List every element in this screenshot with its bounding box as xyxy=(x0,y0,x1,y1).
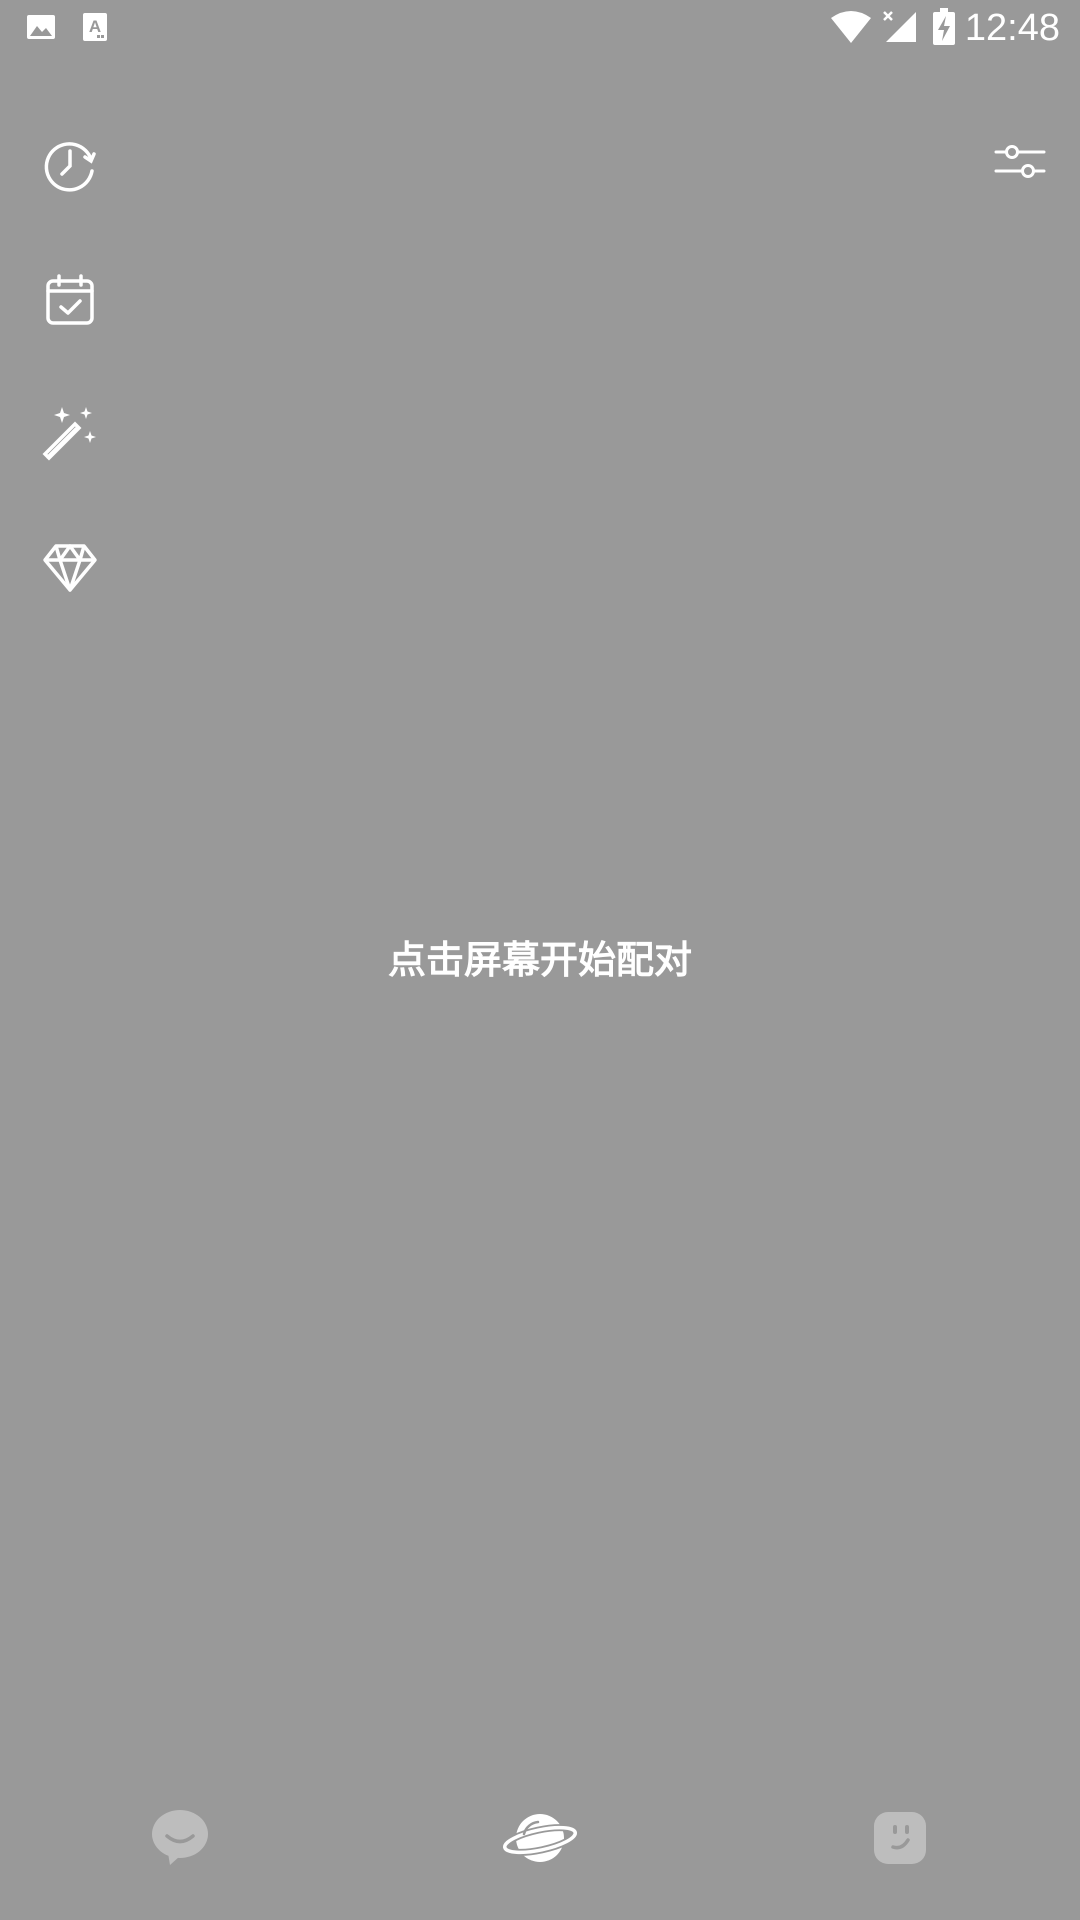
filter-button[interactable] xyxy=(994,140,1046,184)
nav-chat[interactable] xyxy=(140,1800,220,1880)
calendar-check-icon xyxy=(44,273,96,331)
battery-charging-icon xyxy=(932,8,956,50)
chat-bubble-icon xyxy=(150,1809,210,1871)
wifi-icon xyxy=(830,10,872,48)
image-icon xyxy=(26,12,56,46)
nav-planet[interactable] xyxy=(500,1800,580,1880)
vip-button[interactable] xyxy=(40,540,100,600)
signal-off-icon xyxy=(882,10,918,48)
calendar-checkin-button[interactable] xyxy=(40,272,100,332)
magic-wand-icon xyxy=(40,403,100,467)
diamond-icon xyxy=(42,543,98,597)
status-bar: A 12:48 xyxy=(0,0,1080,56)
bottom-nav xyxy=(0,1770,1080,1920)
svg-text:A: A xyxy=(89,17,101,36)
status-time: 12:48 xyxy=(964,7,1060,49)
filter-sliders-icon xyxy=(994,145,1046,188)
magic-effects-button[interactable] xyxy=(40,405,100,465)
history-button[interactable] xyxy=(40,137,100,197)
text-a-icon: A xyxy=(82,12,108,46)
planet-icon xyxy=(501,1810,579,1870)
face-icon xyxy=(872,1810,928,1870)
history-clock-icon xyxy=(42,137,98,197)
start-matching-hint[interactable]: 点击屏幕开始配对 xyxy=(0,932,1080,988)
nav-me[interactable] xyxy=(860,1800,940,1880)
